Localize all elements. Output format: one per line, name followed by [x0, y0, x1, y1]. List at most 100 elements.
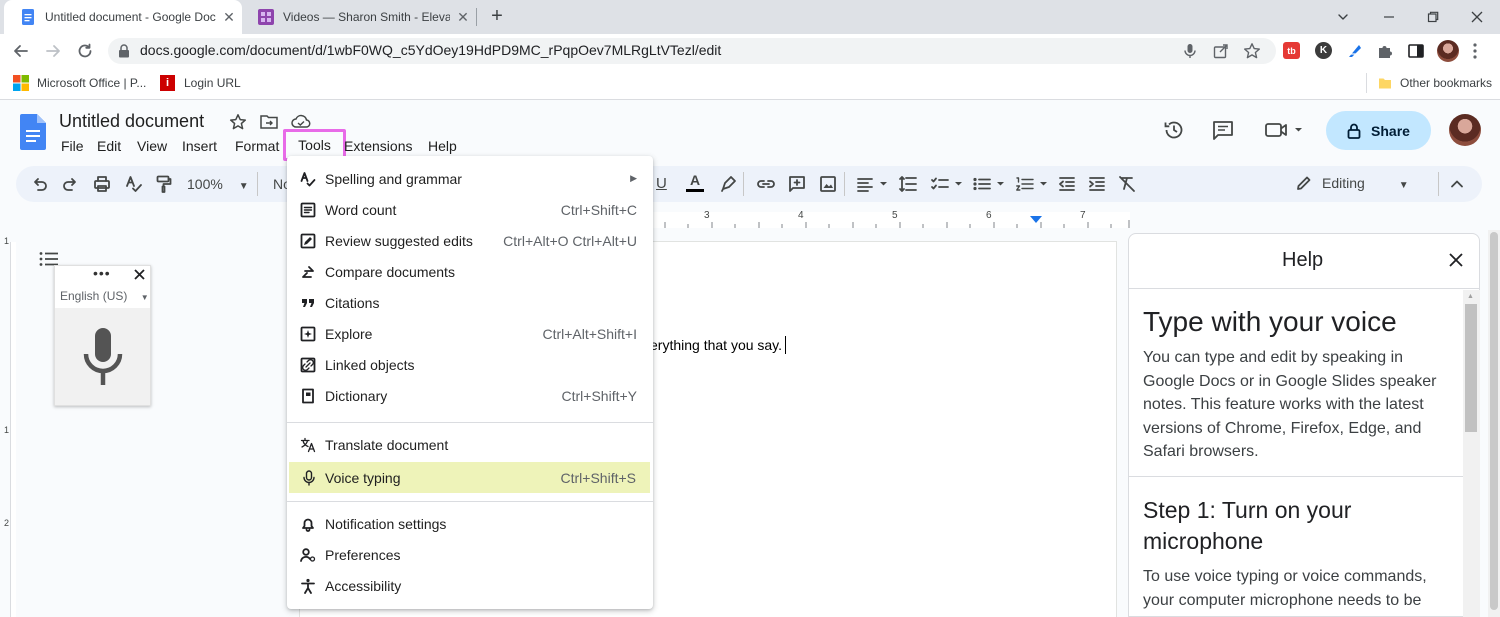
close-tab-icon[interactable]: ✕ [450, 9, 476, 26]
spellcheck-icon[interactable] [125, 175, 143, 193]
menu-item-shortcut: Ctrl+Shift+Y [561, 387, 637, 404]
browser-tab-videos[interactable]: Videos — Sharon Smith - Elevating ✕ [242, 0, 476, 34]
zoom-select[interactable]: 100% ▼ [187, 176, 249, 192]
help-step-text: To use voice typing or voice commands, y… [1143, 568, 1427, 609]
share-page-icon[interactable] [1213, 43, 1229, 59]
back-icon[interactable] [12, 42, 30, 60]
menu-item-review-suggested-edits[interactable]: Review suggested edits Ctrl+Alt+O Ctrl+A… [287, 225, 653, 256]
menu-item-translate-document[interactable]: Translate document [287, 429, 653, 460]
checklist-icon[interactable] [930, 176, 966, 192]
add-comment-icon[interactable] [788, 175, 806, 193]
voice-language-select[interactable]: English (US) ▼ [60, 289, 149, 303]
menu-item-compare-documents[interactable]: Compare documents [287, 256, 653, 287]
lock-icon[interactable] [118, 44, 130, 58]
menu-item-accessibility[interactable]: Accessibility [287, 570, 653, 601]
document-body-text[interactable]: erything that you say. [650, 337, 782, 353]
menu-item-voice-typing[interactable]: Voice typing Ctrl+Shift+S [289, 462, 650, 493]
line-spacing-icon[interactable] [898, 175, 918, 193]
close-voice-widget-icon[interactable] [134, 269, 145, 280]
microphone-icon[interactable] [1183, 43, 1197, 59]
menu-item-explore[interactable]: Explore Ctrl+Alt+Shift+I [287, 318, 653, 349]
close-tab-icon[interactable]: ✕ [216, 9, 242, 26]
browser-tab-docs[interactable]: Untitled document - Google Docs ✕ [4, 0, 242, 34]
ruler-number: 5 [892, 210, 898, 221]
insert-image-icon[interactable] [819, 175, 837, 193]
bookmark-login-url[interactable]: i Login URL [160, 74, 241, 92]
print-icon[interactable] [93, 175, 111, 193]
quote-icon [302, 298, 314, 307]
extension-k-icon[interactable]: K [1315, 42, 1332, 59]
profile-avatar[interactable] [1437, 40, 1459, 62]
url-text[interactable]: docs.google.com/document/d/1wbF0WQ_c5YdO… [140, 42, 721, 58]
menu-item-notification-settings[interactable]: Notification settings [287, 508, 653, 539]
document-title[interactable]: Untitled document [59, 111, 204, 132]
tab-search-icon[interactable] [1320, 0, 1366, 34]
menu-extensions[interactable]: Extensions [344, 136, 412, 156]
paint-format-icon[interactable] [156, 175, 172, 193]
extension-tb-icon[interactable]: tb [1283, 42, 1300, 59]
menu-insert[interactable]: Insert [182, 136, 217, 156]
menu-edit[interactable]: Edit [97, 136, 121, 156]
scroll-up-arrow-icon[interactable]: ▲ [1467, 293, 1474, 300]
bulleted-list-icon[interactable] [972, 176, 1008, 192]
share-button[interactable]: Share [1326, 111, 1431, 150]
document-scrollbar-thumb[interactable] [1490, 232, 1498, 610]
menu-view[interactable]: View [137, 136, 167, 156]
menu-item-citations[interactable]: Citations [287, 287, 653, 318]
text-color-icon[interactable]: A [684, 173, 706, 195]
hide-menus-chevron-up-icon[interactable] [1450, 177, 1464, 191]
move-folder-icon[interactable] [260, 114, 278, 130]
forward-icon[interactable] [44, 42, 62, 60]
new-tab-button[interactable]: + [486, 6, 508, 28]
star-icon[interactable] [229, 113, 247, 131]
menu-item-linked-objects[interactable]: Linked objects [287, 349, 653, 380]
comments-icon[interactable] [1212, 120, 1234, 140]
clear-formatting-icon[interactable] [1118, 175, 1136, 193]
close-window-button[interactable] [1454, 0, 1500, 34]
spellcheck-icon [300, 171, 316, 186]
menu-format[interactable]: Format [235, 136, 279, 156]
cloud-saved-icon[interactable] [291, 114, 311, 130]
info-favicon-icon: i [160, 75, 175, 91]
menu-item-word-count[interactable]: Word count Ctrl+Shift+C [287, 194, 653, 225]
help-scrollbar-thumb[interactable] [1465, 304, 1477, 432]
right-indent-marker-icon[interactable] [1030, 216, 1042, 224]
decrease-indent-icon[interactable] [1058, 176, 1076, 192]
numbered-list-icon[interactable] [1015, 176, 1051, 192]
toolbar-divider [1438, 172, 1439, 196]
reload-icon[interactable] [76, 42, 94, 60]
menu-item-preferences[interactable]: Preferences [287, 539, 653, 570]
menu-item-shortcut: Ctrl+Shift+S [560, 469, 636, 486]
bookmark-star-icon[interactable] [1243, 42, 1261, 60]
restore-button[interactable] [1410, 0, 1456, 34]
menu-help[interactable]: Help [428, 136, 457, 156]
docs-logo-icon[interactable] [20, 114, 46, 150]
menu-file[interactable]: File [61, 136, 84, 156]
drag-handle-icon[interactable]: ••• [93, 266, 111, 280]
increase-indent-icon[interactable] [1088, 176, 1106, 192]
undo-icon[interactable] [32, 176, 48, 192]
chrome-menu-icon[interactable] [1472, 42, 1478, 60]
mic-button[interactable] [55, 308, 150, 405]
menu-item-label: Accessibility [325, 577, 402, 594]
meet-video-icon[interactable] [1264, 121, 1304, 139]
align-icon[interactable] [856, 176, 890, 192]
highlight-icon[interactable] [719, 175, 737, 193]
close-help-icon[interactable] [1449, 253, 1463, 267]
other-bookmarks-folder[interactable]: Other bookmarks [1378, 74, 1492, 92]
underline-icon[interactable]: U [656, 175, 667, 192]
menu-item-dictionary[interactable]: Dictionary Ctrl+Shift+Y [287, 380, 653, 411]
insert-link-icon[interactable] [756, 176, 776, 192]
redo-icon[interactable] [62, 176, 78, 192]
bookmark-microsoft-office[interactable]: Microsoft Office | P... [13, 74, 146, 92]
version-history-icon[interactable] [1163, 119, 1185, 141]
menu-item-label: Compare documents [325, 263, 455, 280]
extension-feather-icon[interactable] [1346, 42, 1364, 60]
editing-mode-select[interactable]: Editing ▼ [1322, 175, 1409, 191]
user-avatar[interactable] [1449, 114, 1481, 146]
extensions-puzzle-icon[interactable] [1376, 42, 1394, 60]
minimize-button[interactable] [1366, 0, 1412, 34]
share-label: Share [1371, 122, 1410, 139]
side-panel-icon[interactable] [1407, 42, 1425, 60]
menu-item-spelling-grammar[interactable]: Spelling and grammar ▶ [287, 163, 653, 194]
